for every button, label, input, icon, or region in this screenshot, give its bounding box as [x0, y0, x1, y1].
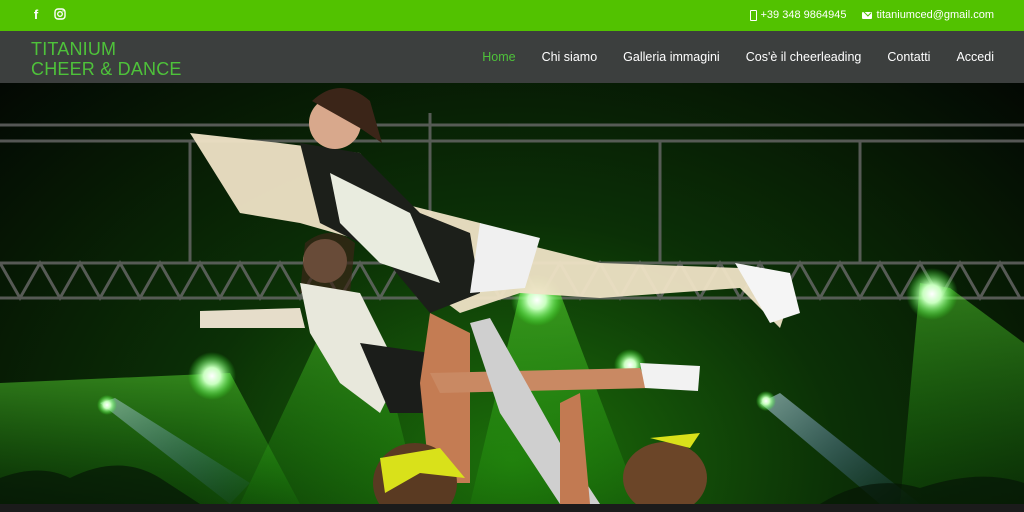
spotlight [97, 395, 117, 415]
social-links: f [30, 8, 66, 22]
nav-contatti[interactable]: Contatti [887, 50, 930, 64]
spotlight [906, 268, 958, 320]
hero-bottom-edge [0, 504, 1024, 512]
nav-chi-siamo[interactable]: Chi siamo [542, 50, 598, 64]
hero-illustration [0, 88, 1024, 504]
nav-accedi[interactable]: Accedi [956, 50, 994, 64]
brand-line-2: CHEER & DANCE [31, 59, 182, 79]
phone-icon [749, 9, 757, 21]
email-contact[interactable]: titaniumced@gmail.com [862, 9, 994, 21]
top-bar: f +39 348 9864945 titaniumced@gmail.com [0, 0, 1024, 31]
facebook-icon[interactable]: f [30, 8, 42, 22]
spotlight [756, 391, 776, 411]
email-address: titaniumced@gmail.com [876, 9, 994, 21]
hero-image [0, 83, 1024, 504]
instagram-icon[interactable] [54, 8, 66, 22]
main-navbar: TITANIUM CHEER & DANCE Home Chi siamo Ga… [0, 31, 1024, 83]
nav-galleria-immagini[interactable]: Galleria immagini [623, 50, 720, 64]
brand-line-1: TITANIUM [31, 39, 117, 59]
envelope-icon [862, 11, 873, 19]
phone-contact[interactable]: +39 348 9864945 [749, 9, 847, 21]
nav-home[interactable]: Home [482, 50, 515, 64]
main-menu: Home Chi siamo Galleria immagini Cos'è i… [482, 31, 994, 83]
phone-number: +39 348 9864945 [760, 9, 847, 21]
contact-info: +39 348 9864945 titaniumced@gmail.com [749, 9, 994, 21]
site-logo[interactable]: TITANIUM CHEER & DANCE [31, 39, 182, 79]
nav-cheerleading[interactable]: Cos'è il cheerleading [746, 50, 862, 64]
spotlight [188, 352, 236, 400]
